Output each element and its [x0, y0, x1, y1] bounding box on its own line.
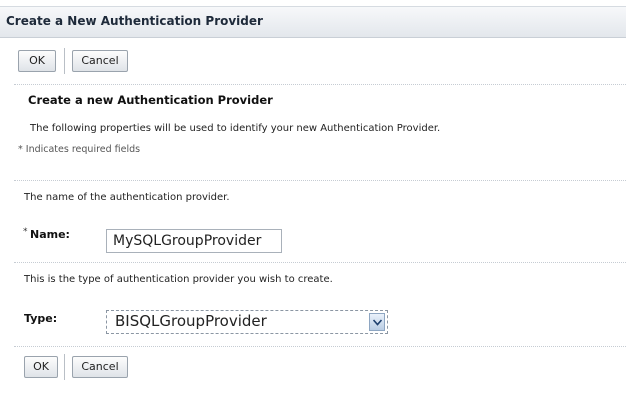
ok-button-bottom[interactable]: OK — [24, 356, 58, 378]
divider — [14, 84, 626, 85]
name-input[interactable] — [106, 229, 282, 253]
name-description: The name of the authentication provider. — [24, 192, 230, 203]
type-select[interactable]: BISQLGroupProvider — [106, 310, 388, 334]
divider — [14, 346, 626, 347]
required-marker: * — [23, 227, 28, 237]
page-header: Create a New Authentication Provider — [0, 6, 626, 38]
chevron-down-glyph — [373, 319, 382, 326]
section-heading: Create a new Authentication Provider — [28, 93, 273, 107]
divider — [14, 180, 626, 181]
cancel-button-top[interactable]: Cancel — [72, 50, 128, 72]
name-label: Name: — [30, 228, 70, 241]
button-separator — [64, 48, 65, 74]
create-auth-provider-page: Create a New Authentication Provider OK … — [0, 0, 626, 406]
page-title: Create a New Authentication Provider — [6, 14, 263, 28]
ok-button-top[interactable]: OK — [18, 50, 56, 72]
type-label: Type: — [24, 312, 58, 325]
required-note: * Indicates required fields — [18, 144, 141, 155]
cancel-button-bottom[interactable]: Cancel — [72, 356, 128, 378]
type-description: This is the type of authentication provi… — [24, 274, 333, 285]
chevron-down-icon[interactable] — [369, 313, 385, 331]
intro-text: The following properties will be used to… — [30, 123, 441, 134]
divider — [14, 262, 626, 263]
type-select-value: BISQLGroupProvider — [115, 312, 267, 330]
button-separator — [64, 354, 65, 380]
